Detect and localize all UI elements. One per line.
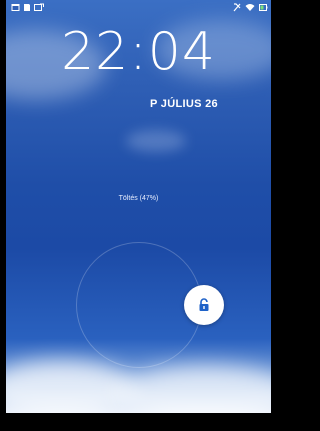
navigation-bar (0, 413, 270, 431)
lock-screen: 22:04 P JÚLIUS 26 Töltés (47%) (6, 0, 271, 413)
lockscreen-clock: 22:04 (61, 22, 216, 82)
lockscreen-date: P JÚLIUS 26 (150, 98, 218, 110)
status-bar (6, 0, 271, 18)
unlock-button[interactable] (184, 285, 224, 325)
charging-status: Töltés (47%) (118, 195, 159, 202)
sd-card-icon (24, 4, 30, 11)
wifi-icon (245, 4, 255, 11)
battery-icon (259, 4, 268, 11)
screenshot-icon (34, 3, 44, 11)
no-sim-icon (233, 3, 241, 12)
unlock-padlock-icon (199, 298, 209, 311)
gallery-icon (11, 4, 20, 11)
